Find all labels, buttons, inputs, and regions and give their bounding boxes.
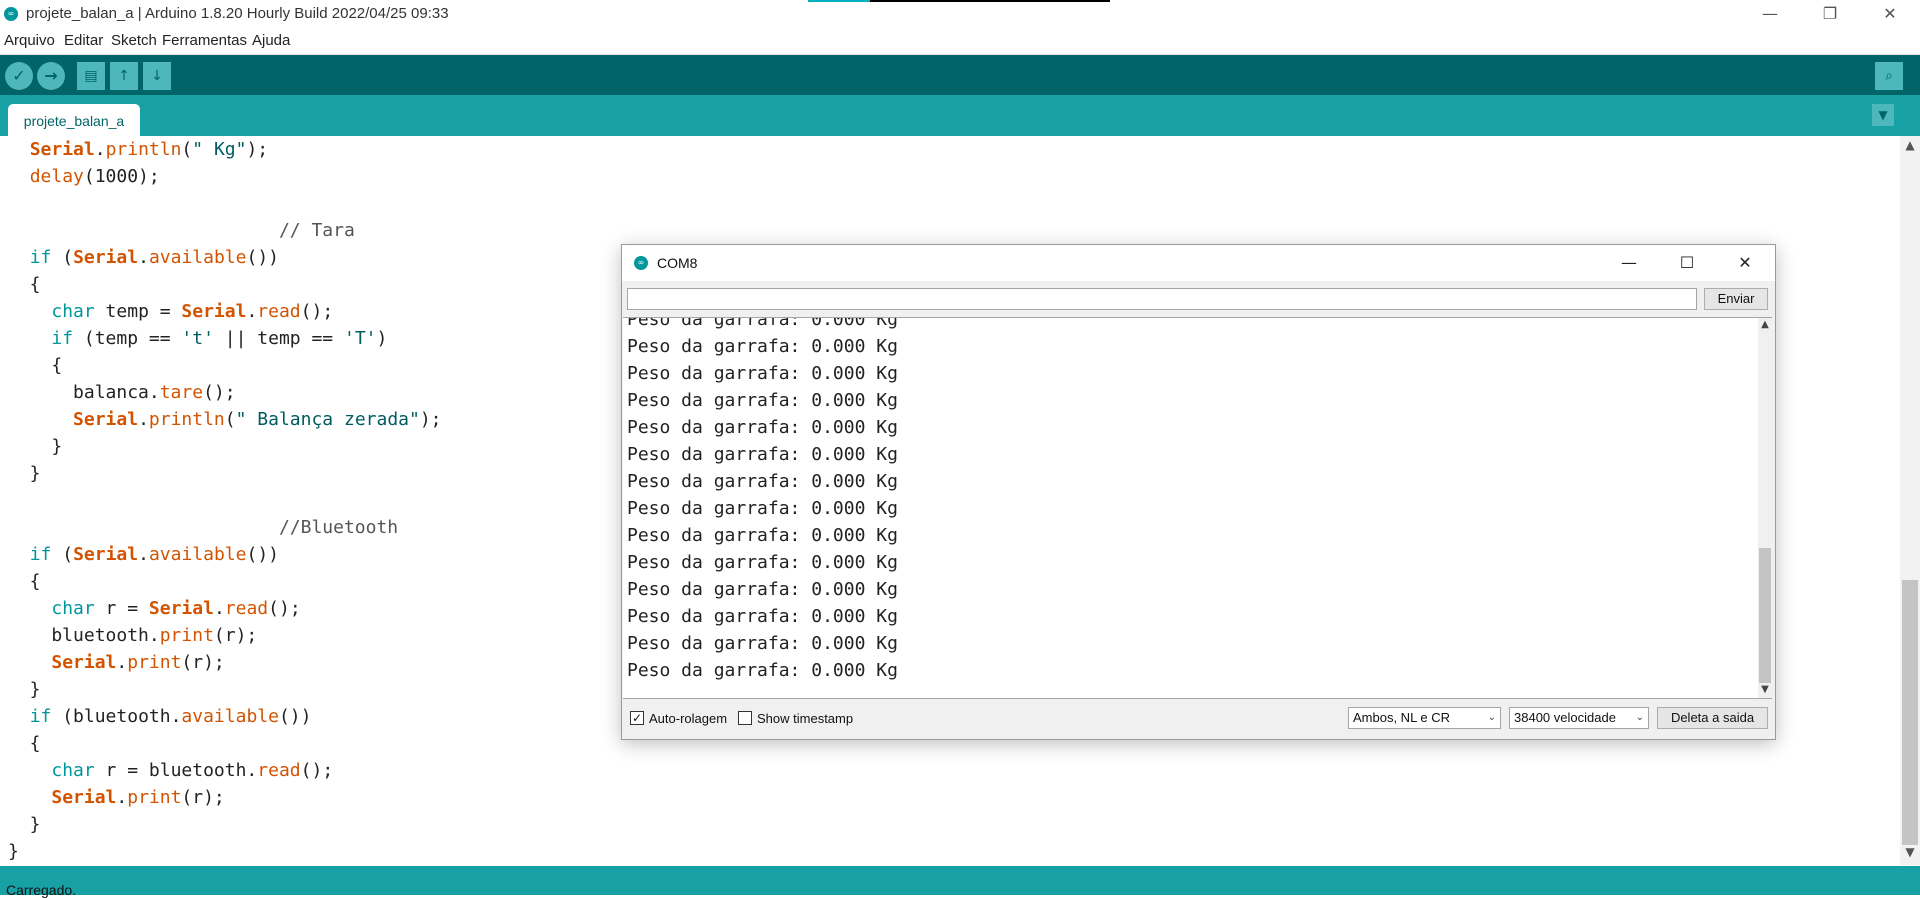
serial-monitor-icon[interactable]: ⌕: [1875, 62, 1903, 90]
code-line: if (Serial.available()): [29, 247, 279, 268]
baud-rate-select[interactable]: 38400 velocidade ⌄: [1509, 707, 1649, 729]
code-line: delay(1000);: [29, 166, 160, 187]
serial-scroll-down-icon[interactable]: ▼: [1758, 684, 1772, 695]
chevron-down-icon: ⌄: [1635, 712, 1644, 723]
editor-scroll-thumb[interactable]: [1902, 580, 1918, 845]
save-icon[interactable]: ↓: [143, 62, 171, 90]
code-line: //Bluetooth: [278, 517, 399, 538]
status-bar: [0, 866, 1920, 895]
editor-scroll-down-icon[interactable]: ▼: [1900, 845, 1920, 859]
menu-ferramentas[interactable]: Ferramentas: [162, 32, 247, 49]
serial-send-input[interactable]: [627, 288, 1697, 310]
code-line: }: [8, 463, 41, 484]
tab-menu-icon[interactable]: ▼: [1872, 104, 1894, 126]
code-line: bluetooth.print(r);: [8, 625, 258, 646]
serial-output-text: Peso da garrafa: 0.000 Kg Peso da garraf…: [627, 317, 898, 681]
serial-minimize-button[interactable]: —: [1600, 245, 1658, 281]
code-text[interactable]: Serial.println(" Kg"); delay(1000); // T…: [8, 136, 442, 865]
timestamp-checkbox[interactable]: [738, 711, 752, 725]
minimize-button[interactable]: —: [1740, 0, 1800, 28]
code-line: }: [8, 436, 63, 457]
window-title: projete_balan_a | Arduino 1.8.20 Hourly …: [26, 5, 449, 22]
autoscroll-label: Auto-rolagem: [649, 711, 728, 726]
toolbar: [0, 55, 1920, 95]
line-ending-value: Ambos, NL e CR: [1353, 710, 1451, 725]
menu-editar[interactable]: Editar: [64, 32, 103, 49]
chevron-down-icon: ⌄: [1487, 712, 1496, 723]
autoscroll-checkbox[interactable]: ✓: [630, 711, 644, 725]
code-line: Serial.println(" Balança zerada");: [73, 409, 442, 430]
code-line: {: [8, 733, 41, 754]
upload-icon[interactable]: →: [37, 62, 65, 90]
serial-scroll-thumb[interactable]: [1759, 548, 1771, 683]
code-line: Serial.println(" Kg");: [29, 139, 269, 160]
code-line: balanca.tare();: [8, 382, 236, 403]
code-line: Serial.print(r);: [51, 787, 225, 808]
code-line: {: [8, 571, 41, 592]
code-line: char temp = Serial.read();: [51, 301, 334, 322]
title-accent-dark: [870, 0, 1110, 2]
code-line: {: [8, 355, 63, 376]
code-line: }: [8, 814, 41, 835]
code-line: if (bluetooth.available()): [29, 706, 312, 727]
timestamp-label: Show timestamp: [757, 711, 854, 726]
status-text: Carregado.: [6, 882, 77, 898]
serial-monitor-window: ∞ COM8 — ☐ ✕ Enviar Peso da garrafa: 0.0…: [621, 244, 1776, 740]
code-line: Serial.print(r);: [51, 652, 225, 673]
menu-arquivo[interactable]: Arquivo: [4, 32, 55, 49]
serial-close-button[interactable]: ✕: [1716, 245, 1774, 281]
code-line: {: [8, 274, 41, 295]
close-button[interactable]: ✕: [1860, 0, 1920, 28]
code-line: }: [8, 841, 19, 862]
code-line: if (Serial.available()): [29, 544, 279, 565]
serial-monitor-title: COM8: [657, 255, 698, 271]
verify-icon[interactable]: ✓: [5, 62, 33, 90]
arduino-logo-icon: ∞: [4, 7, 18, 21]
tab-projete-balan-a[interactable]: projete_balan_a: [8, 104, 140, 136]
baud-rate-value: 38400 velocidade: [1514, 710, 1616, 725]
code-line: // Tara: [278, 220, 355, 241]
code-line: char r = bluetooth.read();: [51, 760, 334, 781]
menu-ajuda[interactable]: Ajuda: [252, 32, 290, 49]
menu-sketch[interactable]: Sketch: [111, 32, 157, 49]
open-icon[interactable]: ↑: [110, 62, 138, 90]
line-ending-select[interactable]: Ambos, NL e CR ⌄: [1348, 707, 1501, 729]
clear-output-button[interactable]: Deleta a saida: [1657, 707, 1768, 729]
new-sketch-icon[interactable]: ▤: [77, 62, 105, 90]
editor-scroll-up-icon[interactable]: ▲: [1900, 138, 1920, 152]
restore-button[interactable]: ❐: [1800, 0, 1860, 28]
code-line: if (temp == 't' || temp == 'T'): [51, 328, 388, 349]
title-accent: [808, 0, 870, 2]
code-line: char r = Serial.read();: [51, 598, 301, 619]
serial-scroll-up-icon[interactable]: ▲: [1758, 319, 1772, 330]
serial-output[interactable]: Peso da garrafa: 0.000 Kg Peso da garraf…: [623, 317, 1772, 699]
tab-bar: [0, 95, 1920, 136]
arduino-logo-icon: ∞: [634, 256, 648, 270]
send-button[interactable]: Enviar: [1704, 288, 1768, 310]
serial-maximize-button[interactable]: ☐: [1658, 245, 1716, 281]
code-line: }: [8, 679, 41, 700]
